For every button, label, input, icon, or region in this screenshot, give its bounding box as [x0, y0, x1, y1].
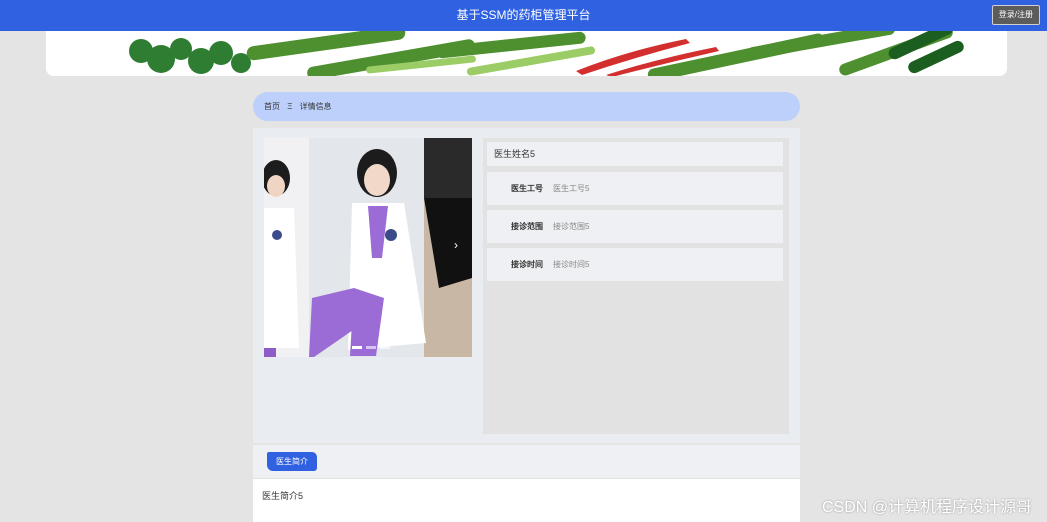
detail-panel: › 医生姓名5 医生工号 医生工号5 接诊范围 接诊范围5 接诊时间 接诊时间5 — [253, 128, 800, 443]
tab-doctor-intro[interactable]: 医生简介 — [267, 452, 317, 471]
site-title: 基于SSM的药柜管理平台 — [456, 8, 591, 22]
breadcrumb-home-link[interactable]: 首页 — [264, 92, 280, 121]
breadcrumb-current: 详情信息 — [299, 102, 332, 111]
carousel-dot[interactable] — [352, 346, 362, 349]
carousel-indicators — [352, 346, 390, 349]
info-value: 医生工号5 — [553, 184, 590, 193]
chevron-right-icon[interactable]: › — [454, 238, 458, 252]
breadcrumb-separator: Ξ — [287, 102, 293, 111]
info-value: 接诊时间5 — [553, 260, 590, 269]
doctor-photo-carousel[interactable]: › — [264, 138, 472, 357]
watermark: CSDN @计算机程序设计源哥 — [821, 499, 1032, 516]
vegetables-banner-art — [46, 31, 1007, 76]
info-row-employee-id: 医生工号 医生工号5 — [487, 172, 783, 205]
intro-content: 医生简介5 — [262, 491, 304, 501]
intro-header: 医生简介 — [253, 445, 800, 479]
intro-body: 医生简介5 — [253, 479, 800, 522]
carousel-dot[interactable] — [380, 346, 390, 349]
info-row-consult-scope: 接诊范围 接诊范围5 — [487, 210, 783, 243]
banner-image — [46, 31, 1007, 76]
login-register-button[interactable]: 登录/注册 — [991, 5, 1040, 25]
info-label: 医生工号 — [511, 184, 543, 193]
doctor-photo — [264, 138, 472, 357]
info-row-consult-time: 接诊时间 接诊时间5 — [487, 248, 783, 281]
info-label: 接诊时间 — [511, 260, 543, 269]
carousel-dot[interactable] — [366, 346, 376, 349]
doctor-info-panel: 医生姓名5 医生工号 医生工号5 接诊范围 接诊范围5 接诊时间 接诊时间5 — [483, 138, 789, 434]
top-navbar: 基于SSM的药柜管理平台 登录/注册 — [0, 0, 1047, 31]
info-label: 接诊范围 — [511, 222, 543, 231]
breadcrumb: 首页 Ξ 详情信息 — [253, 92, 800, 121]
info-value: 接诊范围5 — [553, 222, 590, 231]
doctor-name: 医生姓名5 — [487, 142, 783, 166]
